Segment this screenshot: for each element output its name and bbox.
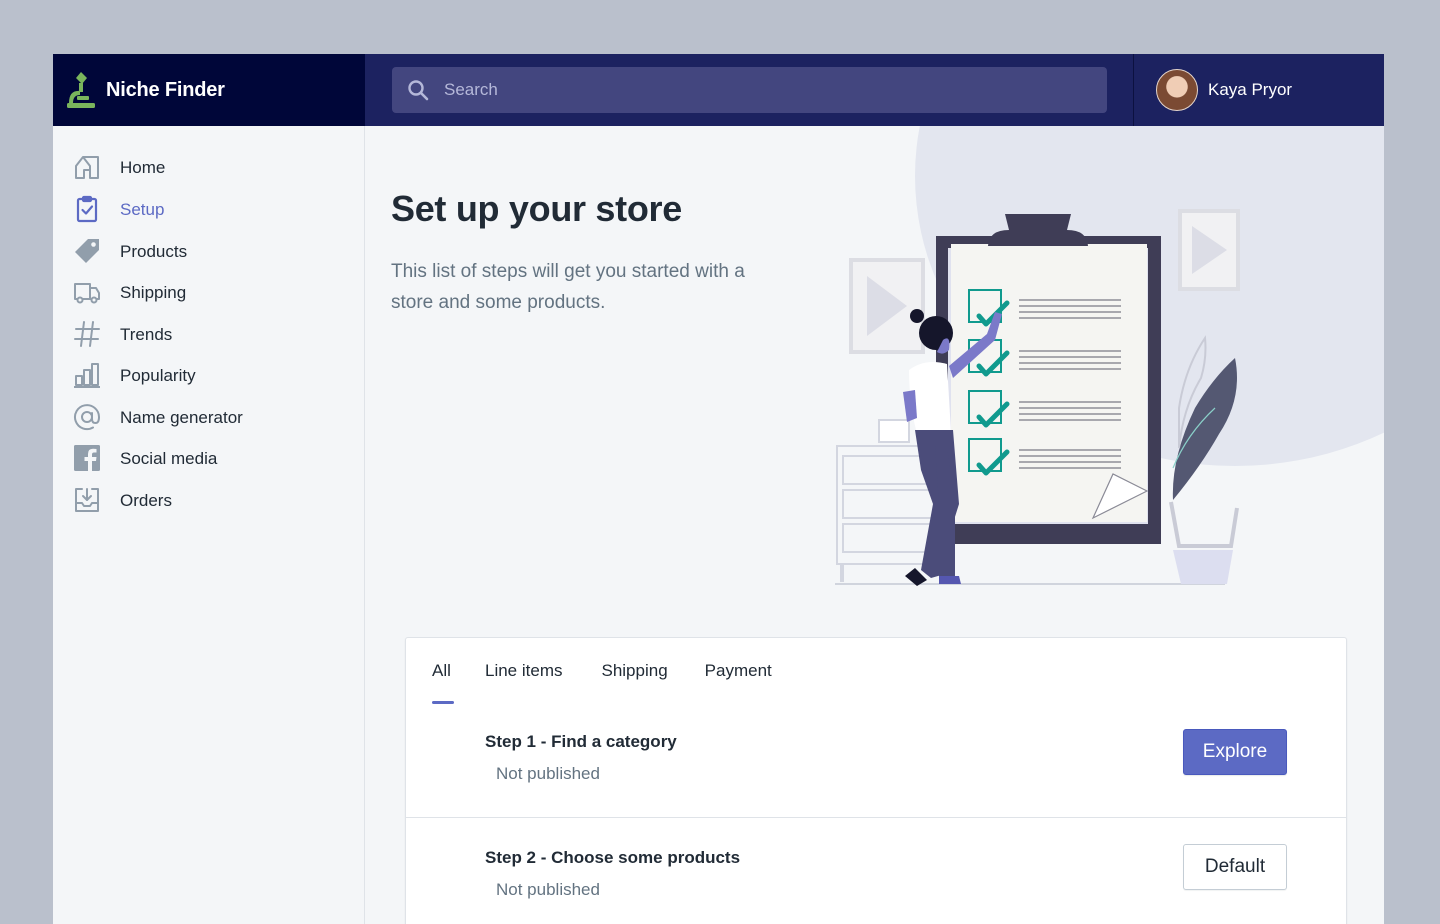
sidebar-item-label: Shipping <box>120 283 187 302</box>
step-title: Step 2 - Choose some products <box>485 848 741 867</box>
setup-illustration <box>835 209 1240 586</box>
step-title: Step 1 - Find a category <box>485 732 677 751</box>
sidebar-item-trends[interactable]: Trends <box>53 316 364 354</box>
brand[interactable]: Niche Finder <box>53 54 365 126</box>
default-button[interactable]: Default <box>1183 844 1287 890</box>
truck-icon <box>74 283 100 304</box>
search-bar[interactable] <box>392 67 1107 113</box>
app-window: Niche Finder Kaya Pryor Home <box>53 54 1384 924</box>
page-subtitle: This list of steps will get you started … <box>391 261 745 313</box>
tab-label: Payment <box>704 661 772 680</box>
sidebar-item-label: Setup <box>120 200 165 219</box>
tab-line-items[interactable]: Line items <box>485 638 562 704</box>
search-input[interactable] <box>444 80 1044 100</box>
setup-step: Step 2 - Choose some products Not publis… <box>406 818 1346 924</box>
sidebar: Home Setup Products Shipping Trends Popu… <box>53 126 365 924</box>
hashtag-icon <box>74 321 100 347</box>
step-status: Not published <box>496 764 600 783</box>
tab-label: All <box>432 661 451 680</box>
at-sign-icon <box>74 404 101 431</box>
top-bar: Niche Finder Kaya Pryor <box>53 54 1384 126</box>
app-name: Niche Finder <box>106 78 225 101</box>
sidebar-item-label: Products <box>120 242 188 261</box>
setup-steps-card: All Line items Shipping Payment Step 1 -… <box>405 637 1347 924</box>
tab-bar: All Line items Shipping Payment <box>432 638 772 704</box>
user-name: Kaya Pryor <box>1208 80 1293 99</box>
facebook-icon <box>74 445 100 471</box>
sidebar-item-home[interactable]: Home <box>53 149 364 187</box>
search-icon <box>408 80 429 101</box>
tab-label: Line items <box>485 661 563 680</box>
user-menu[interactable]: Kaya Pryor <box>1133 54 1384 126</box>
sidebar-item-social-media[interactable]: Social media <box>53 440 364 478</box>
home-icon <box>75 156 99 179</box>
sidebar-item-label: Home <box>120 158 166 177</box>
microscope-logo-icon <box>67 72 95 108</box>
step-status: Not published <box>496 880 600 899</box>
tab-all[interactable]: All <box>432 638 454 704</box>
setup-step: Step 1 - Find a category Not published E… <box>406 704 1346 818</box>
sidebar-item-label: Orders <box>120 491 172 510</box>
main-content: Set up your store This list of steps wil… <box>365 126 1384 924</box>
sidebar-item-shipping[interactable]: Shipping <box>53 274 364 312</box>
tab-label: Shipping <box>601 661 668 680</box>
page-title: Set up your store <box>391 188 682 229</box>
tab-shipping[interactable]: Shipping <box>601 638 667 704</box>
sidebar-item-popularity[interactable]: Popularity <box>53 357 364 395</box>
inbox-download-icon <box>75 488 99 512</box>
sidebar-item-label: Trends <box>120 325 173 344</box>
clipboard-check-icon <box>76 195 98 223</box>
sidebar-item-name-generator[interactable]: Name generator <box>53 399 364 437</box>
sidebar-item-setup[interactable]: Setup <box>53 191 364 229</box>
bar-chart-icon <box>74 363 100 388</box>
sidebar-item-label: Popularity <box>120 366 196 385</box>
sidebar-item-orders[interactable]: Orders <box>53 482 364 520</box>
avatar[interactable] <box>1156 69 1198 111</box>
explore-button[interactable]: Explore <box>1183 729 1287 775</box>
sidebar-item-label: Social media <box>120 449 218 468</box>
sidebar-item-products[interactable]: Products <box>53 233 364 271</box>
sidebar-item-label: Name generator <box>120 408 243 427</box>
tag-icon <box>75 239 99 263</box>
tab-payment[interactable]: Payment <box>705 638 772 704</box>
